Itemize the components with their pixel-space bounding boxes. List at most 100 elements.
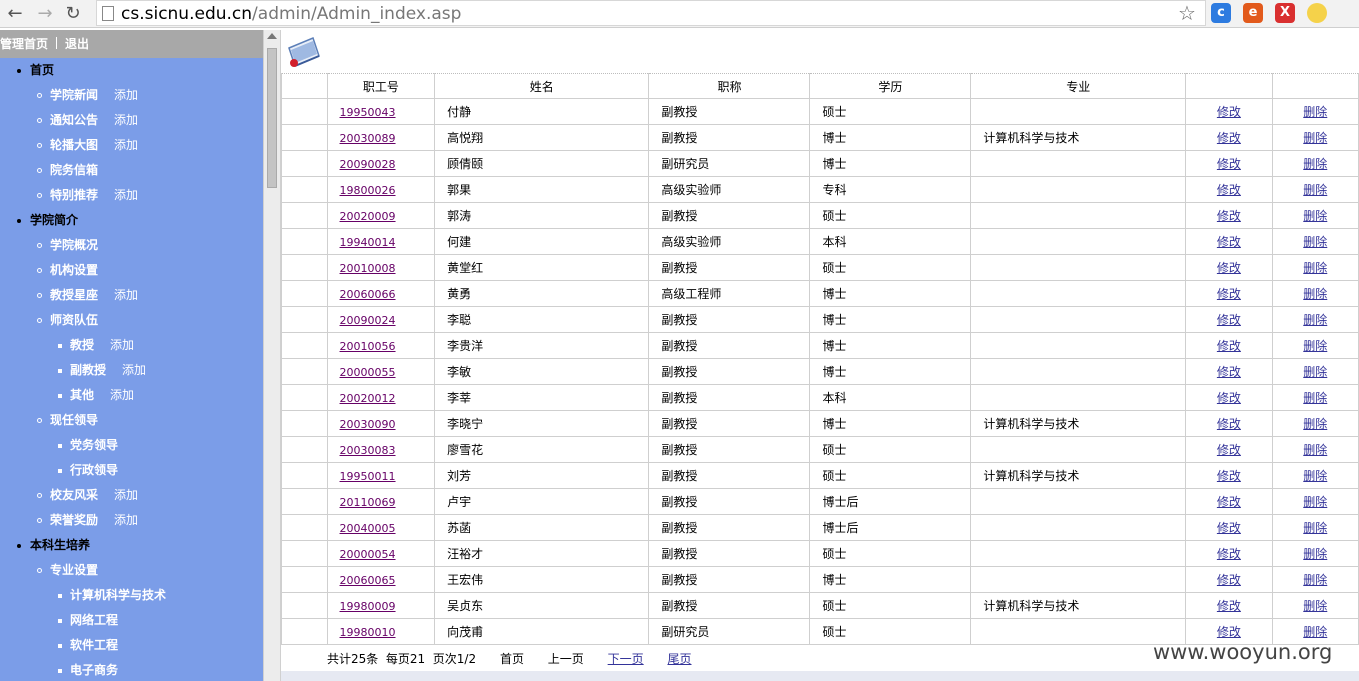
edit-link[interactable]: 修改 xyxy=(1217,261,1241,275)
staff-id-link[interactable]: 20040005 xyxy=(340,522,396,535)
edit-link[interactable]: 修改 xyxy=(1217,209,1241,223)
sidebar-item-label[interactable]: 网络工程 xyxy=(70,613,118,627)
sidebar-item[interactable]: 教授 添加 xyxy=(0,333,263,358)
sidebar-item[interactable]: 学院概况 xyxy=(0,233,263,258)
sidebar-item-label[interactable]: 其他 xyxy=(70,388,94,402)
edit-link[interactable]: 修改 xyxy=(1217,469,1241,483)
sidebar-add-link[interactable]: 添加 xyxy=(114,188,138,202)
sidebar-add-link[interactable]: 添加 xyxy=(114,513,138,527)
staff-id-link[interactable]: 20000054 xyxy=(340,548,396,561)
sidebar-item-label[interactable]: 机构设置 xyxy=(50,263,98,277)
delete-link[interactable]: 删除 xyxy=(1303,573,1327,587)
delete-link[interactable]: 删除 xyxy=(1303,313,1327,327)
sidebar-item-label[interactable]: 教授星座 xyxy=(50,288,98,302)
edit-link[interactable]: 修改 xyxy=(1217,443,1241,457)
edit-link[interactable]: 修改 xyxy=(1217,287,1241,301)
frame-scrollbar[interactable] xyxy=(263,30,281,681)
staff-id-link[interactable]: 19950043 xyxy=(340,106,396,119)
pager-last-link[interactable]: 尾页 xyxy=(667,652,691,666)
edit-link[interactable]: 修改 xyxy=(1217,495,1241,509)
sidebar-item[interactable]: 网络工程 xyxy=(0,608,263,633)
staff-id-link[interactable]: 20030090 xyxy=(340,418,396,431)
delete-link[interactable]: 删除 xyxy=(1303,469,1327,483)
delete-link[interactable]: 删除 xyxy=(1303,547,1327,561)
staff-id-link[interactable]: 20090028 xyxy=(340,158,396,171)
sidebar-item-label[interactable]: 学院新闻 xyxy=(50,88,98,102)
extension-c-icon[interactable]: c xyxy=(1211,3,1231,23)
sidebar-item[interactable]: 电子商务 xyxy=(0,658,263,681)
staff-id-link[interactable]: 19980010 xyxy=(340,626,396,639)
delete-link[interactable]: 删除 xyxy=(1303,495,1327,509)
sidebar-add-link[interactable]: 添加 xyxy=(110,338,134,352)
edit-link[interactable]: 修改 xyxy=(1217,183,1241,197)
edit-link[interactable]: 修改 xyxy=(1217,573,1241,587)
bookmark-star-icon[interactable]: ☆ xyxy=(1178,1,1196,25)
admin-home-link[interactable]: 管理首页 xyxy=(0,37,48,51)
sidebar-item-label[interactable]: 本科生培养 xyxy=(30,538,90,552)
sidebar-item[interactable]: 通知公告 添加 xyxy=(0,108,263,133)
sidebar-item-label[interactable]: 现任领导 xyxy=(50,413,98,427)
sidebar-item[interactable]: 学院新闻 添加 xyxy=(0,83,263,108)
sidebar-add-link[interactable]: 添加 xyxy=(110,388,134,402)
sidebar-item[interactable]: 专业设置 xyxy=(0,558,263,583)
edit-link[interactable]: 修改 xyxy=(1217,599,1241,613)
delete-link[interactable]: 删除 xyxy=(1303,131,1327,145)
staff-id-link[interactable]: 19940014 xyxy=(340,236,396,249)
sidebar-add-link[interactable]: 添加 xyxy=(114,288,138,302)
sidebar-item[interactable]: 校友风采 添加 xyxy=(0,483,263,508)
extension-sun-icon[interactable] xyxy=(1307,3,1327,23)
address-bar[interactable]: cs.sicnu.edu.cn/admin/Admin_index.asp xyxy=(96,0,1206,26)
extension-close-icon[interactable]: X xyxy=(1275,3,1295,23)
sidebar-item[interactable]: 机构设置 xyxy=(0,258,263,283)
staff-id-link[interactable]: 20020009 xyxy=(340,210,396,223)
delete-link[interactable]: 删除 xyxy=(1303,183,1327,197)
edit-link[interactable]: 修改 xyxy=(1217,365,1241,379)
edit-link[interactable]: 修改 xyxy=(1217,157,1241,171)
delete-link[interactable]: 删除 xyxy=(1303,105,1327,119)
delete-link[interactable]: 删除 xyxy=(1303,287,1327,301)
sidebar-item-label[interactable]: 院务信箱 xyxy=(50,163,98,177)
edit-link[interactable]: 修改 xyxy=(1217,521,1241,535)
sidebar-add-link[interactable]: 添加 xyxy=(122,363,146,377)
sidebar-item[interactable]: 轮播大图 添加 xyxy=(0,133,263,158)
staff-id-link[interactable]: 20060066 xyxy=(340,288,396,301)
logout-link[interactable]: 退出 xyxy=(65,37,89,51)
sidebar-item[interactable]: 首页 xyxy=(0,58,263,83)
staff-id-link[interactable]: 20090024 xyxy=(340,314,396,327)
staff-id-link[interactable]: 19950011 xyxy=(340,470,396,483)
delete-link[interactable]: 删除 xyxy=(1303,209,1327,223)
sidebar-item[interactable]: 学院简介 xyxy=(0,208,263,233)
sidebar-item-label[interactable]: 师资队伍 xyxy=(50,313,98,327)
sidebar-item-label[interactable]: 轮播大图 xyxy=(50,138,98,152)
sidebar-item-label[interactable]: 特别推荐 xyxy=(50,188,98,202)
edit-link[interactable]: 修改 xyxy=(1217,625,1241,639)
sidebar-item[interactable]: 其他 添加 xyxy=(0,383,263,408)
sidebar-item[interactable]: 计算机科学与技术 xyxy=(0,583,263,608)
sidebar-item-label[interactable]: 电子商务 xyxy=(70,663,118,677)
staff-id-link[interactable]: 20030083 xyxy=(340,444,396,457)
staff-id-link[interactable]: 20020012 xyxy=(340,392,396,405)
sidebar-item-label[interactable]: 校友风采 xyxy=(50,488,98,502)
staff-id-link[interactable]: 20030089 xyxy=(340,132,396,145)
delete-link[interactable]: 删除 xyxy=(1303,417,1327,431)
delete-link[interactable]: 删除 xyxy=(1303,443,1327,457)
sidebar-item[interactable]: 师资队伍 xyxy=(0,308,263,333)
delete-link[interactable]: 删除 xyxy=(1303,339,1327,353)
delete-link[interactable]: 删除 xyxy=(1303,521,1327,535)
sidebar-add-link[interactable]: 添加 xyxy=(114,88,138,102)
sidebar-item-label[interactable]: 党务领导 xyxy=(70,438,118,452)
edit-link[interactable]: 修改 xyxy=(1217,105,1241,119)
sidebar-add-link[interactable]: 添加 xyxy=(114,138,138,152)
sidebar-add-link[interactable]: 添加 xyxy=(114,488,138,502)
edit-link[interactable]: 修改 xyxy=(1217,339,1241,353)
sidebar-item[interactable]: 教授星座 添加 xyxy=(0,283,263,308)
edit-link[interactable]: 修改 xyxy=(1217,391,1241,405)
delete-link[interactable]: 删除 xyxy=(1303,261,1327,275)
sidebar-item[interactable]: 副教授 添加 xyxy=(0,358,263,383)
delete-link[interactable]: 删除 xyxy=(1303,391,1327,405)
sidebar-item[interactable]: 党务领导 xyxy=(0,433,263,458)
sidebar-item-label[interactable]: 学院概况 xyxy=(50,238,98,252)
staff-id-link[interactable]: 20000055 xyxy=(340,366,396,379)
sidebar-item-label[interactable]: 计算机科学与技术 xyxy=(70,588,166,602)
scroll-up-arrow-icon[interactable] xyxy=(267,33,277,39)
